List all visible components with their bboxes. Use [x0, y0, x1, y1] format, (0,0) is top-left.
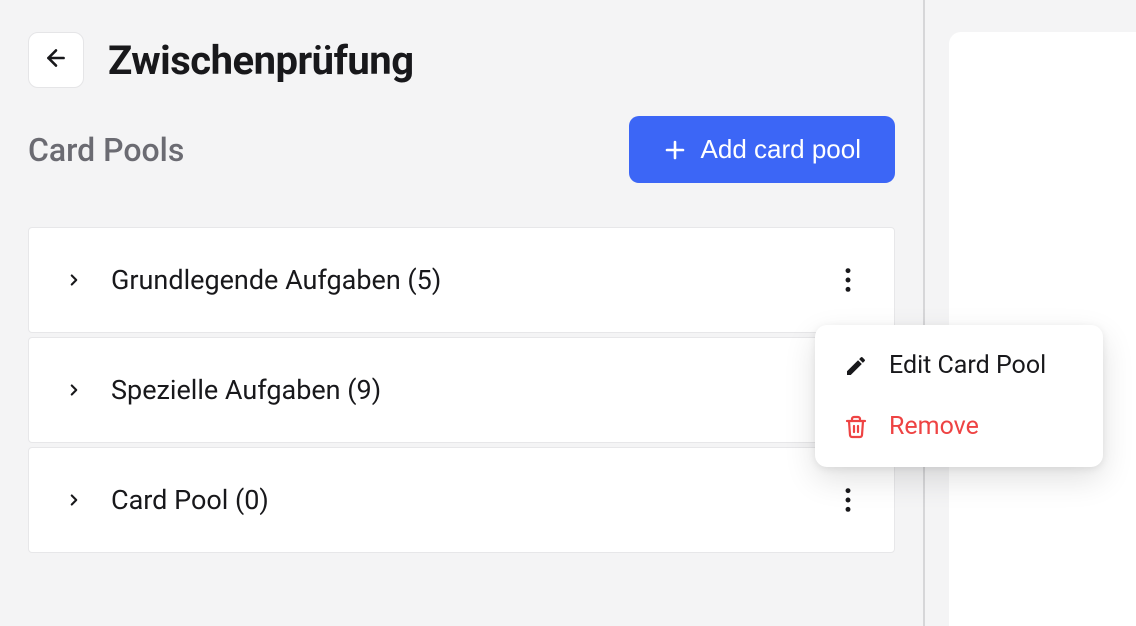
main-panel: Zwischenprüfung Card Pools Add card pool	[0, 0, 925, 626]
more-options-button[interactable]	[838, 260, 858, 300]
menu-item-label: Remove	[889, 412, 979, 441]
menu-item-label: Edit Card Pool	[889, 351, 1046, 380]
edit-card-pool-menu-item[interactable]: Edit Card Pool	[815, 335, 1103, 396]
app-container: Zwischenprüfung Card Pools Add card pool	[0, 0, 1136, 626]
side-panel	[925, 0, 1136, 626]
chevron-right-icon	[65, 381, 83, 399]
context-menu: Edit Card Pool Remove	[815, 325, 1103, 467]
pool-item-label: Grundlegende Aufgaben (5)	[111, 264, 441, 296]
add-button-label: Add card pool	[701, 134, 861, 165]
card-pool-list: Grundlegende Aufgaben (5)	[28, 227, 895, 557]
pool-item-left: Spezielle Aufgaben (9)	[65, 374, 381, 406]
arrow-left-icon	[43, 45, 69, 75]
pool-item-label: Card Pool (0)	[111, 484, 269, 516]
remove-card-pool-menu-item[interactable]: Remove	[815, 396, 1103, 457]
page-title: Zwischenprüfung	[108, 37, 414, 84]
section-title: Card Pools	[28, 131, 184, 169]
card-pool-item[interactable]: Spezielle Aufgaben (9)	[28, 337, 895, 443]
pool-item-left: Card Pool (0)	[65, 484, 269, 516]
header-row: Zwischenprüfung	[28, 32, 895, 88]
pencil-icon	[843, 354, 869, 378]
pool-item-left: Grundlegende Aufgaben (5)	[65, 264, 441, 296]
card-pool-item[interactable]: Grundlegende Aufgaben (5)	[28, 227, 895, 333]
chevron-right-icon	[65, 271, 83, 289]
chevron-right-icon	[65, 491, 83, 509]
pool-item-label: Spezielle Aufgaben (9)	[111, 374, 381, 406]
add-card-pool-button[interactable]: Add card pool	[629, 116, 895, 183]
card-pool-item[interactable]: Card Pool (0)	[28, 447, 895, 553]
subheader-row: Card Pools Add card pool	[28, 116, 895, 183]
plus-icon	[663, 138, 687, 162]
trash-icon	[843, 415, 869, 439]
back-button[interactable]	[28, 32, 84, 88]
more-options-button[interactable]	[838, 480, 858, 520]
